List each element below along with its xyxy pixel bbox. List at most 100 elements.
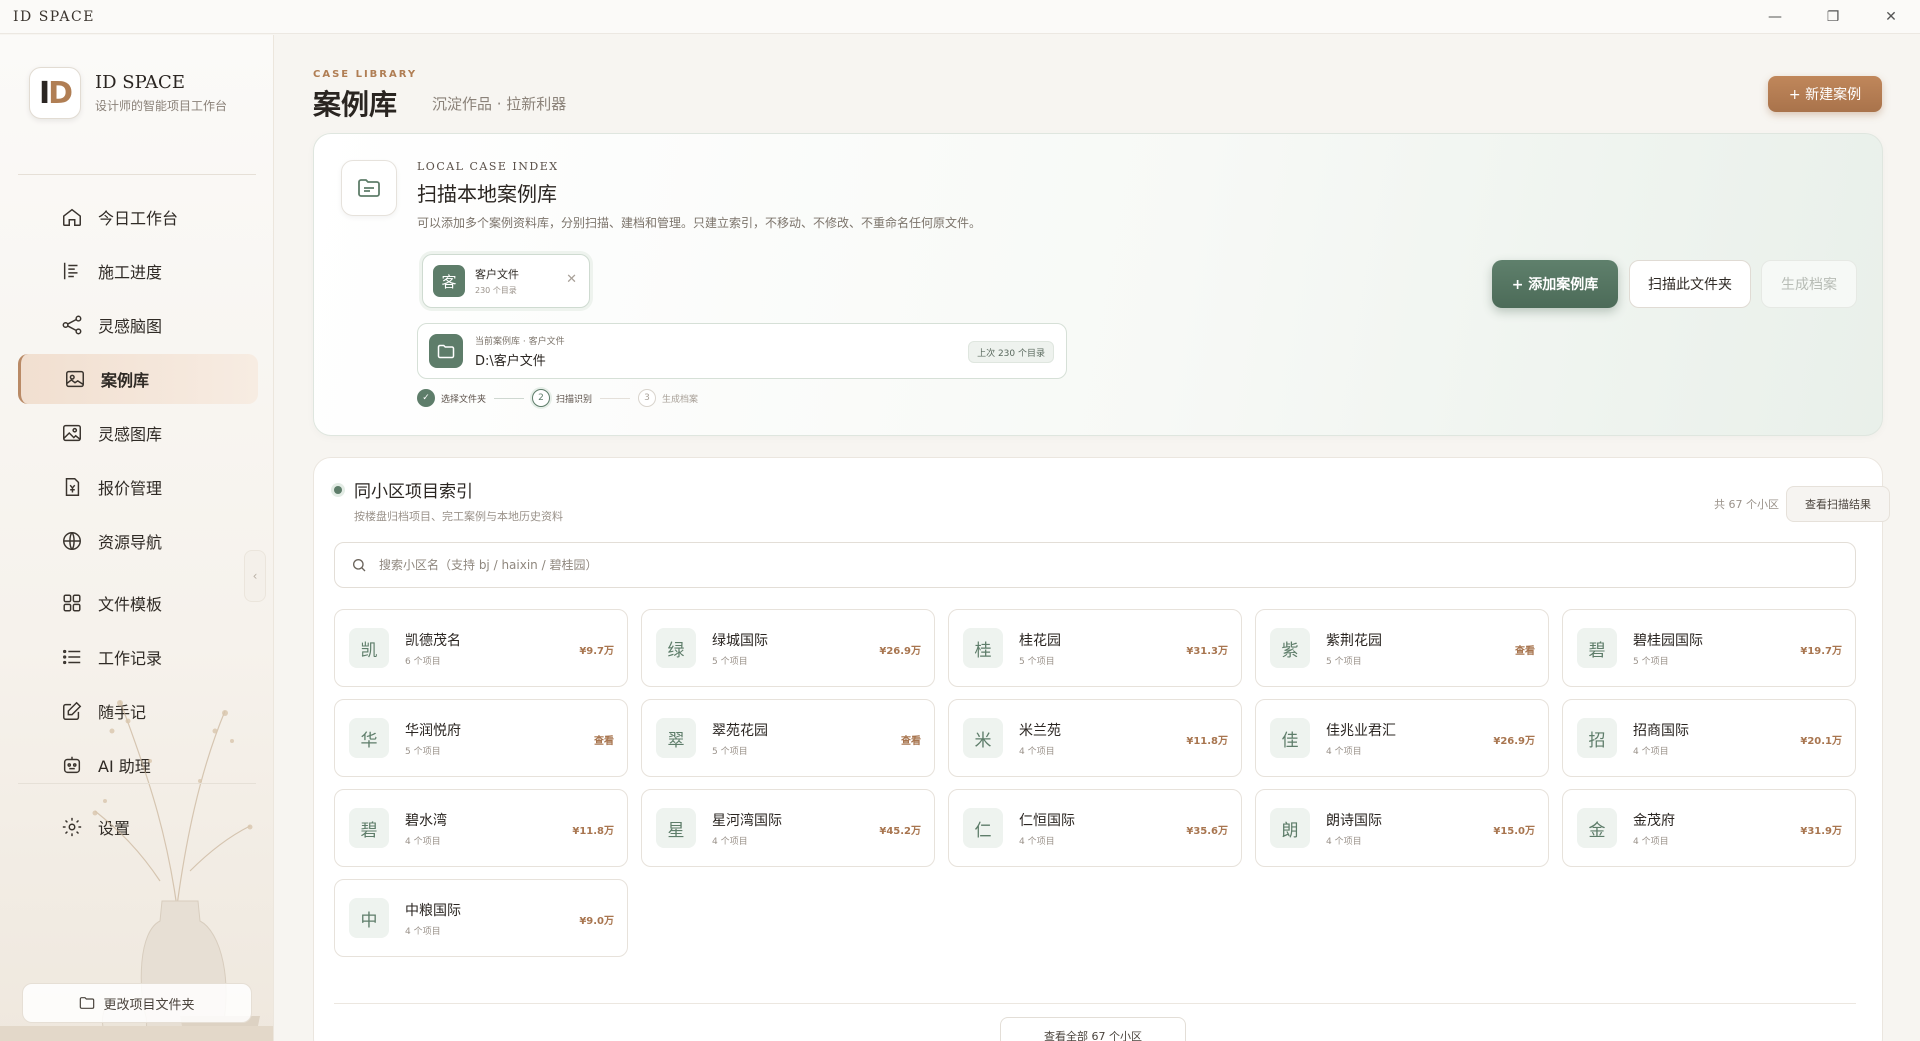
close-button[interactable]: ✕ xyxy=(1862,0,1920,34)
community-initial: 绿 xyxy=(656,628,696,668)
community-tile[interactable]: 仁仁恒国际 4 个项目 ¥35.6万 xyxy=(948,789,1242,867)
sidebar-item-settings[interactable]: 设置 xyxy=(18,802,258,852)
community-tile[interactable]: 米米兰苑 4 个项目 ¥11.8万 xyxy=(948,699,1242,777)
gallery-icon xyxy=(66,370,84,388)
community-tile[interactable]: 招招商国际 4 个项目 ¥20.1万 xyxy=(1562,699,1856,777)
minimize-button[interactable]: — xyxy=(1746,0,1804,34)
sidebar-collapse-handle[interactable]: ‹ xyxy=(244,550,266,602)
sidebar-item-case-library[interactable]: 案例库 xyxy=(18,354,258,404)
community-initial: 紫 xyxy=(1270,628,1310,668)
project-count: 4 个项目 xyxy=(1019,836,1055,847)
community-initial: 米 xyxy=(963,718,1003,758)
title-bar: ID SPACE — ❐ ✕ xyxy=(0,0,1920,34)
community-name: 佳兆业君汇 xyxy=(1326,722,1396,739)
community-name: 中粮国际 xyxy=(405,902,461,919)
sidebar-item-quotes[interactable]: 报价管理 xyxy=(18,462,258,512)
current-library[interactable]: 当前案例库 · 客户文件 D:\客户文件 上次 230 个目录 xyxy=(417,323,1067,379)
sidebar-item-label: 灵感脑图 xyxy=(98,317,163,336)
sidebar-item-mindmap[interactable]: 灵感脑图 xyxy=(18,300,258,350)
community-value: ¥26.9万 xyxy=(879,646,921,657)
step-number: 3 xyxy=(638,389,657,407)
community-tile[interactable]: 翠翠苑花园 5 个项目 查看 xyxy=(641,699,935,777)
community-name: 星河湾国际 xyxy=(712,812,782,829)
community-tile[interactable]: 碧碧水湾 4 个项目 ¥11.8万 xyxy=(334,789,628,867)
project-count: 5 个项目 xyxy=(405,746,441,757)
project-count: 4 个项目 xyxy=(405,926,441,937)
community-tile[interactable]: 星星河湾国际 4 个项目 ¥45.2万 xyxy=(641,789,935,867)
folder-icon xyxy=(429,334,463,368)
community-tile[interactable]: 华华润悦府 5 个项目 查看 xyxy=(334,699,628,777)
step-label: 选择文件夹 xyxy=(441,394,487,405)
grid-divider xyxy=(334,1003,1856,1004)
library-count: 230 个目录 xyxy=(475,286,517,295)
community-initial: 翠 xyxy=(656,718,696,758)
scan-eyebrow: LOCAL CASE INDEX xyxy=(417,160,559,173)
sidebar: ID ID SPACE 设计师的智能项目工作台 今日工作台 施工进度 灵感脑图 … xyxy=(0,35,274,1041)
step-label: 生成档案 xyxy=(662,394,699,405)
add-library-button[interactable]: + 添加案例库 xyxy=(1492,260,1618,308)
globe-icon xyxy=(63,532,81,550)
robot-icon xyxy=(63,756,81,774)
community-name: 朗诗国际 xyxy=(1326,812,1382,829)
community-tile[interactable]: 凯凯德茂名 6 个项目 ¥9.7万 xyxy=(334,609,628,687)
quote-icon xyxy=(65,478,80,496)
sidebar-item-notes[interactable]: 随手记 xyxy=(18,686,258,736)
mindmap-icon xyxy=(62,315,82,335)
community-value: 查看 xyxy=(594,736,614,747)
step-label: 扫描识别 xyxy=(556,394,593,405)
note-icon xyxy=(63,701,82,720)
search-input[interactable] xyxy=(379,558,1779,572)
status-dot xyxy=(334,486,342,494)
view-scan-results-button[interactable]: 查看扫描结果 xyxy=(1786,486,1890,522)
new-case-button[interactable]: + 新建案例 xyxy=(1768,76,1882,112)
sidebar-item-progress[interactable]: 施工进度 xyxy=(18,246,258,296)
community-tile[interactable]: 紫紫荆花园 5 个项目 查看 xyxy=(1255,609,1549,687)
scan-folder-button[interactable]: 扫描此文件夹 xyxy=(1629,260,1751,308)
community-search[interactable] xyxy=(334,542,1856,588)
sidebar-item-today[interactable]: 今日工作台 xyxy=(18,192,258,242)
community-tile[interactable]: 朗朗诗国际 4 个项目 ¥15.0万 xyxy=(1255,789,1549,867)
brand-name: ID SPACE xyxy=(95,72,185,93)
sidebar-item-label: 案例库 xyxy=(101,371,150,390)
index-subtitle: 按楼盘归档项目、完工案例与本地历史资料 xyxy=(354,510,563,523)
community-tile[interactable]: 佳佳兆业君汇 4 个项目 ¥26.9万 xyxy=(1255,699,1549,777)
index-title: 同小区项目索引 xyxy=(354,482,473,502)
sidebar-item-label: 设置 xyxy=(98,819,131,838)
community-grid: 凯凯德茂名 6 个项目 ¥9.7万 绿绿城国际 5 个项目 ¥26.9万 桂桂花园 5 个项目… xyxy=(334,609,1859,957)
community-value: ¥26.9万 xyxy=(1493,736,1535,747)
project-count: 5 个项目 xyxy=(1633,656,1669,667)
brand: ID ID SPACE 设计师的智能项目工作台 xyxy=(29,67,227,119)
community-total: 共 67 个小区 xyxy=(1714,498,1779,511)
generate-archive-button[interactable]: 生成档案 xyxy=(1761,260,1857,308)
sidebar-item-templates[interactable]: 文件模板 xyxy=(18,578,258,628)
community-value: ¥35.6万 xyxy=(1186,826,1228,837)
maximize-button[interactable]: ❐ xyxy=(1804,0,1862,34)
sidebar-item-label: 资源导航 xyxy=(98,533,163,552)
brand-tagline: 设计师的智能项目工作台 xyxy=(95,99,228,113)
sidebar-item-work-log[interactable]: 工作记录 xyxy=(18,632,258,682)
current-library-path: D:\客户文件 xyxy=(475,353,546,369)
change-project-folder-button[interactable]: 更改项目文件夹 xyxy=(22,983,252,1023)
sidebar-item-inspiration-gallery[interactable]: 灵感图库 xyxy=(18,408,258,458)
image-icon xyxy=(63,424,81,442)
community-initial: 招 xyxy=(1577,718,1617,758)
community-initial: 星 xyxy=(656,808,696,848)
view-all-communities-button[interactable]: 查看全部 67 个小区 xyxy=(1000,1017,1186,1041)
project-count: 5 个项目 xyxy=(1019,656,1055,667)
sidebar-item-resources[interactable]: 资源导航 xyxy=(18,516,258,566)
community-value: ¥19.7万 xyxy=(1800,646,1842,657)
sidebar-item-label: 报价管理 xyxy=(98,479,163,498)
current-library-label: 当前案例库 · 客户文件 xyxy=(475,336,565,347)
folder-icon xyxy=(341,160,397,216)
community-tile[interactable]: 碧碧桂园国际 5 个项目 ¥19.7万 xyxy=(1562,609,1856,687)
community-tile[interactable]: 绿绿城国际 5 个项目 ¥26.9万 xyxy=(641,609,935,687)
list-icon xyxy=(63,649,81,665)
community-tile[interactable]: 桂桂花园 5 个项目 ¥31.3万 xyxy=(948,609,1242,687)
sidebar-divider xyxy=(18,783,256,784)
remove-library-icon[interactable]: ✕ xyxy=(566,272,577,287)
community-tile[interactable]: 金金茂府 4 个项目 ¥31.9万 xyxy=(1562,789,1856,867)
library-chip[interactable]: 客 客户文件 230 个目录 ✕ xyxy=(422,254,590,308)
change-folder-label: 更改项目文件夹 xyxy=(103,997,195,1013)
community-name: 招商国际 xyxy=(1633,722,1689,739)
community-tile[interactable]: 中中粮国际 4 个项目 ¥9.0万 xyxy=(334,879,628,957)
